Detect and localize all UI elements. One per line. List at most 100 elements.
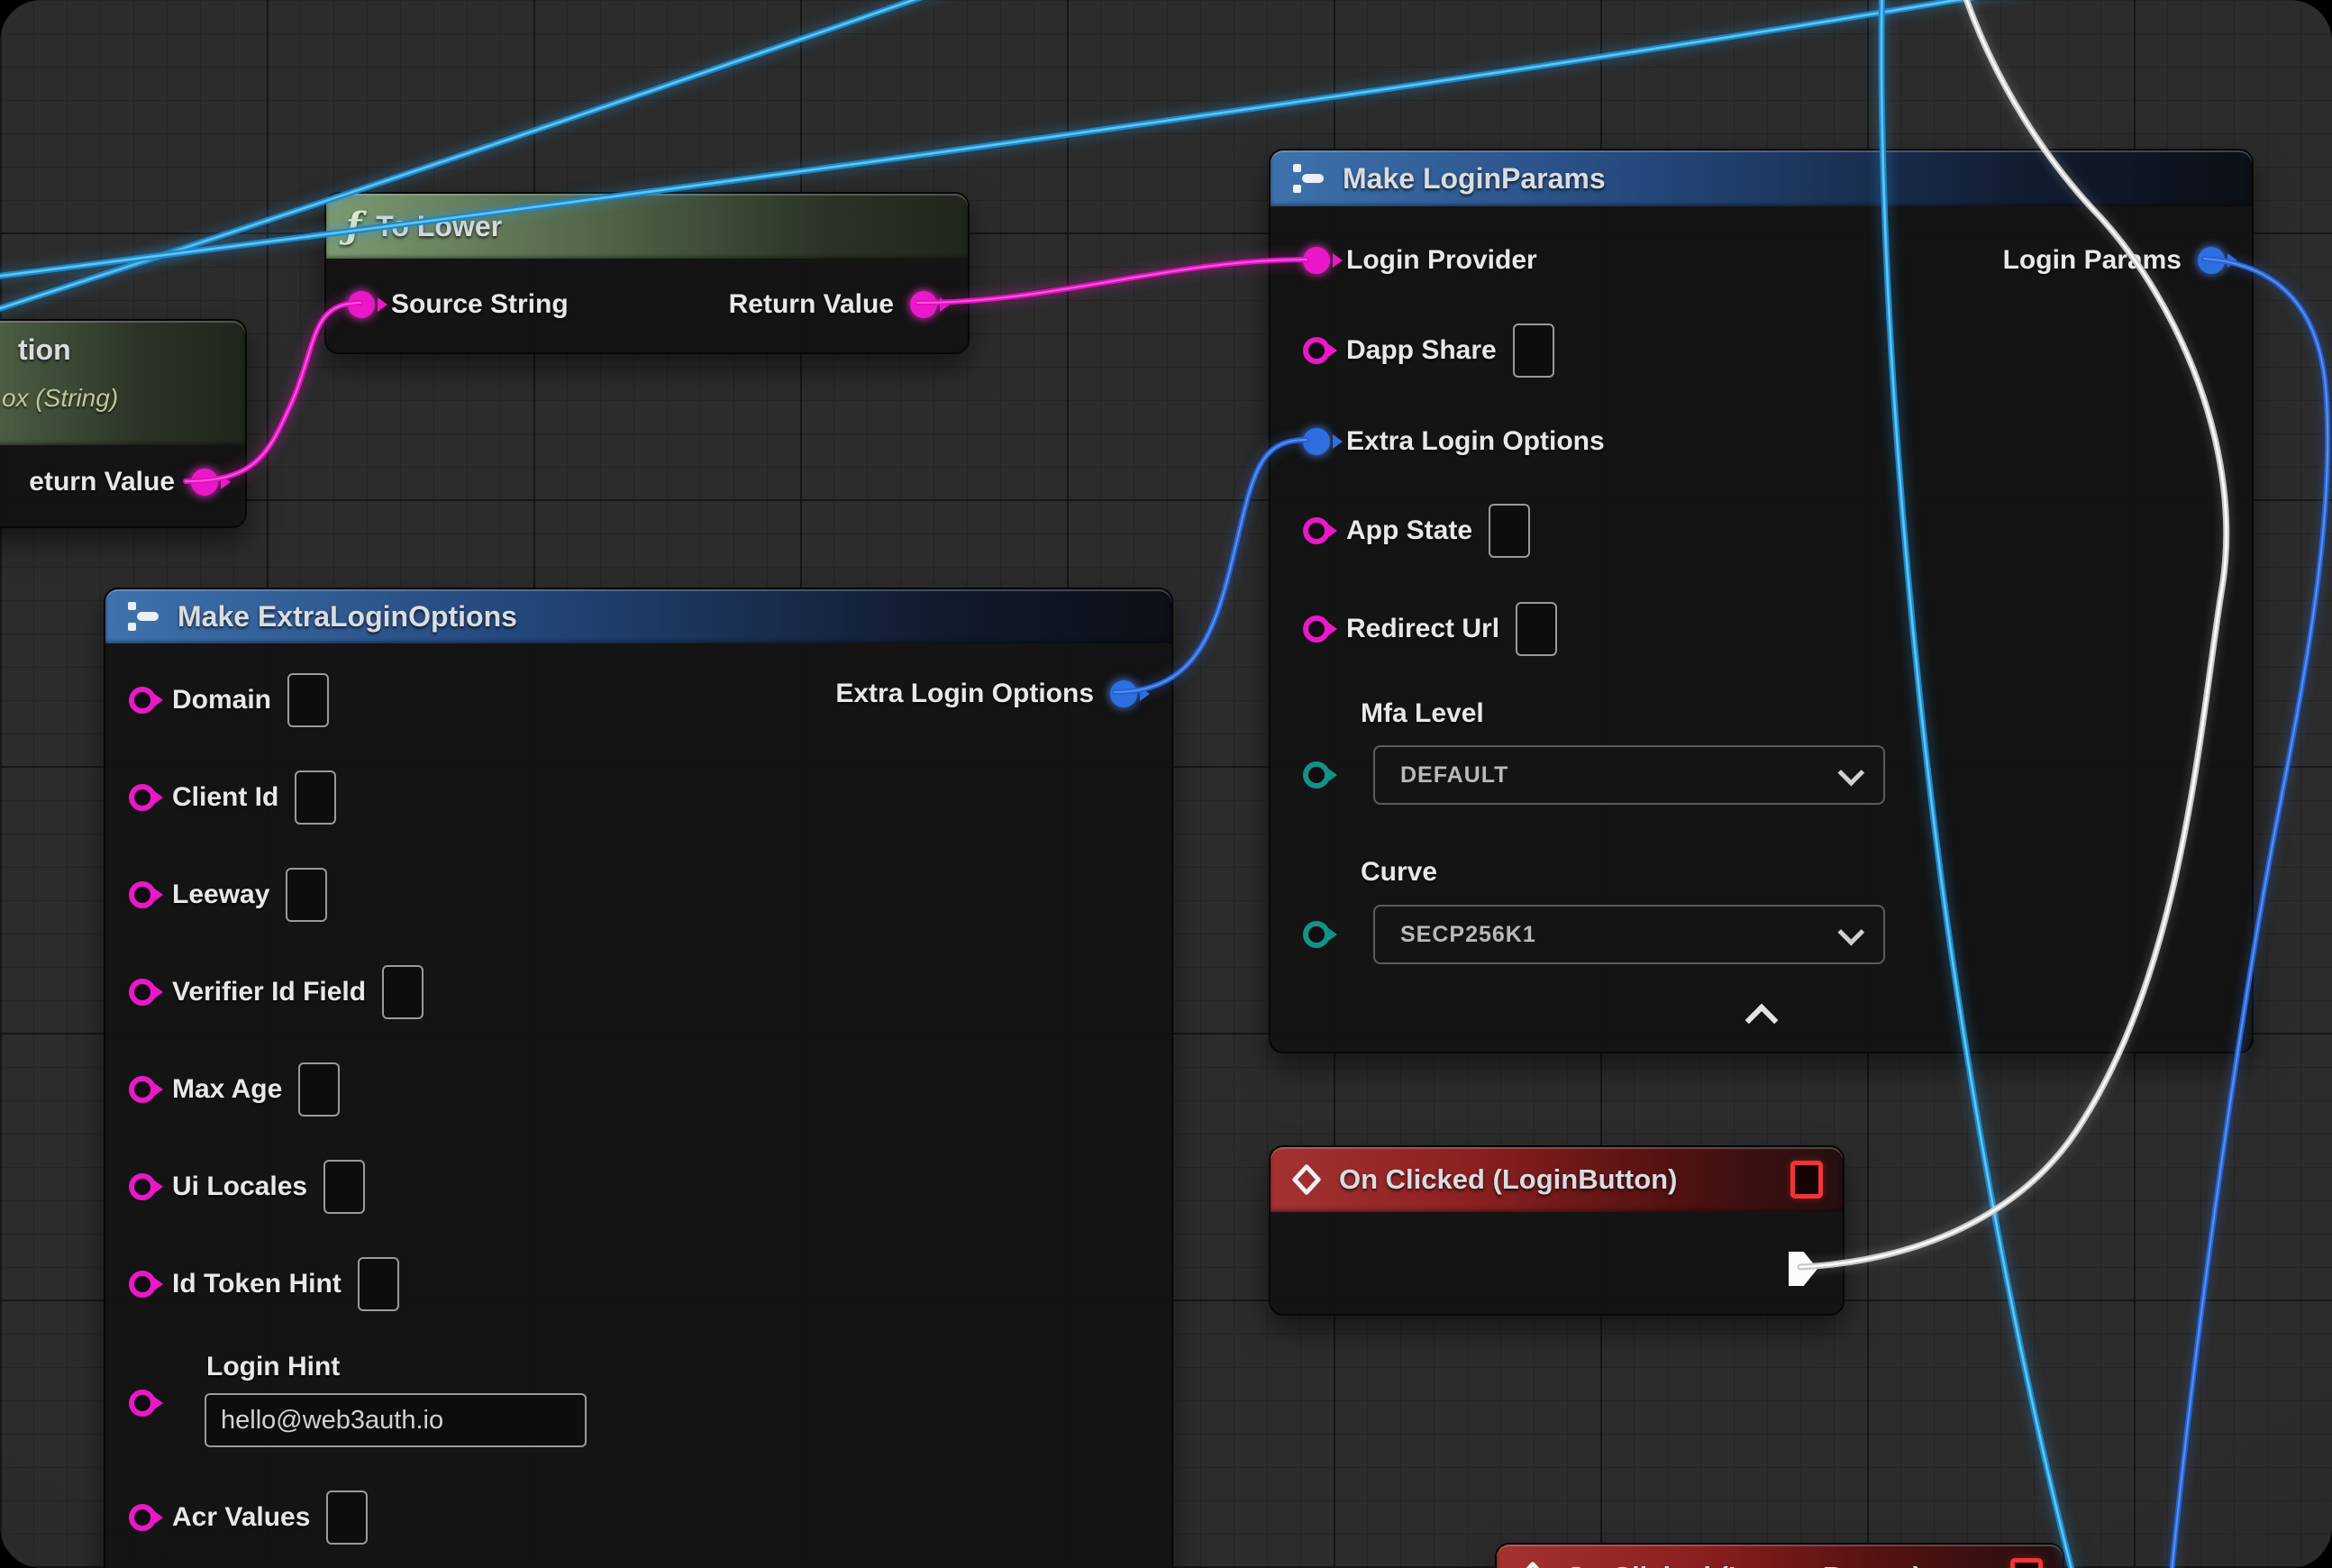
node-header[interactable]: On Clicked (LogoutButton) [1497, 1545, 2063, 1568]
pin-label: Login Params [2003, 245, 2182, 276]
ui-locales-pin[interactable] [129, 1173, 156, 1200]
node-header[interactable]: Make LoginParams [1271, 150, 2252, 206]
acr-values-input[interactable] [326, 1491, 368, 1545]
node-header[interactable]: tion [0, 321, 245, 445]
node-to-lower[interactable]: ƒ To Lower Source String Return Value [324, 192, 970, 354]
pin-row-extra-login-options-out: Extra Login Options [835, 666, 1137, 722]
mfa-level-label: Mfa Level [1361, 698, 1484, 729]
pin-label: Leeway [172, 880, 269, 910]
node-header[interactable]: ƒ To Lower [326, 194, 968, 259]
login-provider-pin[interactable] [1303, 247, 1330, 274]
mfa-level-dropdown[interactable]: DEFAULT [1373, 745, 1885, 805]
pin-label: Client Id [172, 782, 278, 813]
domain-input[interactable] [287, 673, 329, 727]
node-title: tion [18, 333, 71, 367]
node-title: To Lower [376, 210, 502, 243]
pin-label: Extra Login Options [1346, 426, 1605, 457]
chevron-down-icon [1837, 759, 1864, 786]
pin-label: Return Value [729, 289, 894, 320]
pin-label: Login Provider [1346, 245, 1537, 276]
dapp-share-pin[interactable] [1303, 337, 1330, 364]
curve-pin[interactable] [1303, 921, 1330, 948]
delegate-pin[interactable] [2010, 1558, 2043, 1568]
pin-label: Ui Locales [172, 1171, 307, 1202]
max-age-input[interactable] [298, 1062, 340, 1117]
node-title: On Clicked (LoginButton) [1339, 1163, 1677, 1196]
pin-row-redirect-url: Redirect Url [1303, 601, 1557, 657]
node-on-clicked-login-button[interactable]: On Clicked (LoginButton) [1269, 1145, 1845, 1316]
source-string-pin[interactable] [348, 291, 375, 318]
pin-row-acr-values: Acr Values [129, 1490, 368, 1545]
id-token-hint-pin[interactable] [129, 1271, 156, 1298]
pin-label: Verifier Id Field [172, 977, 366, 1007]
login-hint-label: Login Hint [206, 1352, 340, 1382]
domain-pin[interactable] [129, 687, 156, 714]
login-hint-input[interactable]: hello@web3auth.io [205, 1393, 587, 1447]
client-id-pin[interactable] [129, 784, 156, 811]
pin-row-app-state: App State [1303, 503, 1530, 559]
leeway-input[interactable] [286, 868, 327, 922]
mfa-level-pin[interactable] [1303, 761, 1330, 789]
pin-row-login-provider: Login Provider [1303, 232, 1537, 288]
node-header[interactable]: Make ExtraLoginOptions [105, 589, 1171, 643]
extra-login-options-output-pin[interactable] [1110, 680, 1137, 707]
extra-login-options-pin[interactable] [1303, 428, 1330, 455]
ui-locales-input[interactable] [323, 1160, 365, 1214]
node-title: Make LoginParams [1343, 162, 1606, 196]
curve-label: Curve [1361, 857, 1437, 888]
login-hint-pin[interactable] [129, 1390, 156, 1417]
node-make-login-params[interactable]: Make LoginParams Login Provider Dapp Sha… [1269, 149, 2254, 1053]
app-state-pin[interactable] [1303, 517, 1330, 544]
node-text-partial[interactable]: tion ox (String) eturn Value [0, 319, 247, 528]
node-header[interactable]: On Clicked (LoginButton) [1271, 1147, 1843, 1212]
redirect-url-pin[interactable] [1303, 615, 1330, 643]
chevron-down-icon [1837, 918, 1864, 945]
redirect-url-input[interactable] [1516, 602, 1557, 656]
dapp-share-input[interactable] [1513, 324, 1554, 378]
pin-row-dapp-share: Dapp Share [1303, 323, 1554, 378]
max-age-pin[interactable] [129, 1076, 156, 1103]
pin-row-max-age: Max Age [129, 1062, 340, 1117]
return-value-pin[interactable] [910, 291, 937, 318]
exec-output-pin[interactable] [1789, 1252, 1817, 1286]
login-params-output-pin[interactable] [2198, 247, 2225, 274]
node-make-extra-login-options[interactable]: Make ExtraLoginOptions Domain Client Id … [104, 588, 1173, 1568]
acr-values-pin[interactable] [129, 1504, 156, 1531]
make-struct-icon [125, 601, 163, 632]
pin-label: Max Age [172, 1074, 282, 1105]
collapse-node-chevron-icon[interactable] [1744, 1004, 1778, 1037]
pin-row-login-params-out: Login Params [2003, 232, 2225, 288]
client-id-input[interactable] [295, 770, 336, 825]
blueprint-canvas[interactable]: tion ox (String) eturn Value ƒ To Lower … [0, 0, 2332, 1568]
curve-value: SECP256K1 [1400, 922, 1536, 948]
login-hint-value: hello@web3auth.io [221, 1406, 443, 1436]
pin-label: Domain [172, 685, 271, 716]
id-token-hint-input[interactable] [358, 1257, 399, 1311]
event-icon [1517, 1561, 1549, 1568]
return-value-pin[interactable] [191, 469, 218, 496]
function-icon: ƒ [346, 208, 361, 244]
node-title: Make ExtraLoginOptions [178, 600, 517, 634]
verifier-id-field-pin[interactable] [129, 979, 156, 1006]
pin-row-curve [1303, 907, 1330, 962]
delegate-pin[interactable] [1790, 1161, 1823, 1199]
pin-row-source-string: Source String [348, 277, 569, 333]
pin-row-mfa-level [1303, 747, 1330, 803]
leeway-pin[interactable] [129, 881, 156, 908]
curve-dropdown[interactable]: SECP256K1 [1373, 905, 1885, 964]
app-state-input[interactable] [1489, 504, 1530, 558]
pin-row-ui-locales: Ui Locales [129, 1159, 365, 1215]
pin-label: Source String [391, 289, 569, 320]
node-on-clicked-logout-button[interactable]: On Clicked (LogoutButton) [1495, 1543, 2064, 1568]
make-struct-icon [1290, 163, 1328, 194]
pin-label: Acr Values [172, 1502, 310, 1533]
pin-row-extra-login-options-in: Extra Login Options [1303, 414, 1605, 469]
verifier-id-field-input[interactable] [382, 965, 424, 1019]
pin-label: Dapp Share [1346, 335, 1497, 366]
pin-label: Extra Login Options [835, 679, 1094, 709]
event-icon [1290, 1163, 1323, 1196]
pin-row-return-value-partial: eturn Value [29, 454, 218, 510]
pin-row-login-hint [129, 1375, 156, 1431]
pin-label: Id Token Hint [172, 1269, 342, 1299]
pin-row-return-value: Return Value [729, 277, 937, 333]
